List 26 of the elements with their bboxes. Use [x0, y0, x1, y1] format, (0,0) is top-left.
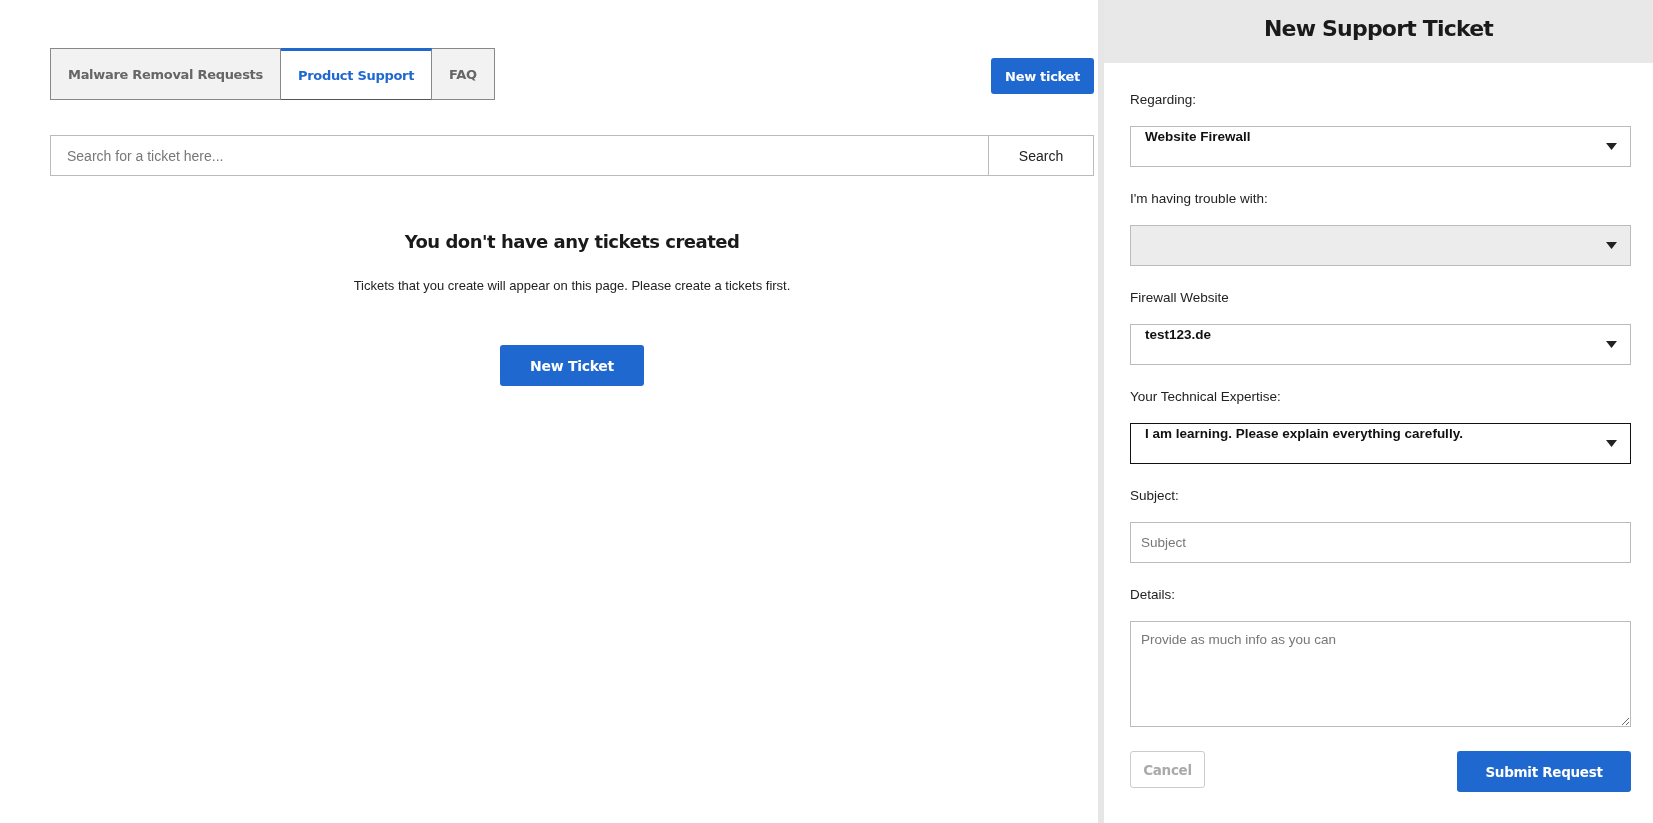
- caret-icon: [1606, 440, 1617, 447]
- empty-state-message: Tickets that you create will appear on this page. Please create a tickets first.: [353, 278, 791, 293]
- tab[interactable]: FAQ: [432, 48, 495, 100]
- field-label: Details:: [1130, 587, 1175, 602]
- details-field[interactable]: Provide as much info as you can: [1130, 621, 1631, 727]
- field-label: Firewall Website: [1130, 290, 1229, 305]
- new-ticket-button[interactable]: New Ticket: [500, 345, 644, 386]
- search-button[interactable]: Search: [989, 135, 1094, 176]
- caret-icon: [1606, 143, 1617, 150]
- dropdown[interactable]: Website Firewall: [1130, 126, 1631, 167]
- empty-state-title: You don't have any tickets created: [404, 231, 740, 252]
- caret-icon: [1606, 242, 1617, 249]
- subject-field[interactable]: Subject: [1130, 522, 1631, 563]
- field-label: Subject:: [1130, 488, 1179, 503]
- tab[interactable]: Product Support: [280, 48, 433, 100]
- submit-button[interactable]: Submit Request: [1457, 751, 1631, 792]
- dropdown[interactable]: I am learning. Please explain everything carefully.: [1130, 423, 1631, 464]
- dropdown[interactable]: test123.de: [1130, 324, 1631, 365]
- caret-icon: [1606, 341, 1617, 348]
- field-label: Regarding:: [1130, 92, 1197, 107]
- panel-title: New Support Ticket: [1263, 16, 1494, 41]
- new-ticket-button[interactable]: New ticket: [991, 58, 1094, 94]
- tab[interactable]: Malware Removal Requests: [50, 48, 281, 100]
- search-field[interactable]: Search for a ticket here...: [50, 135, 989, 176]
- field-label: I'm having trouble with:: [1130, 191, 1268, 206]
- field-label: Your Technical Expertise:: [1130, 389, 1281, 404]
